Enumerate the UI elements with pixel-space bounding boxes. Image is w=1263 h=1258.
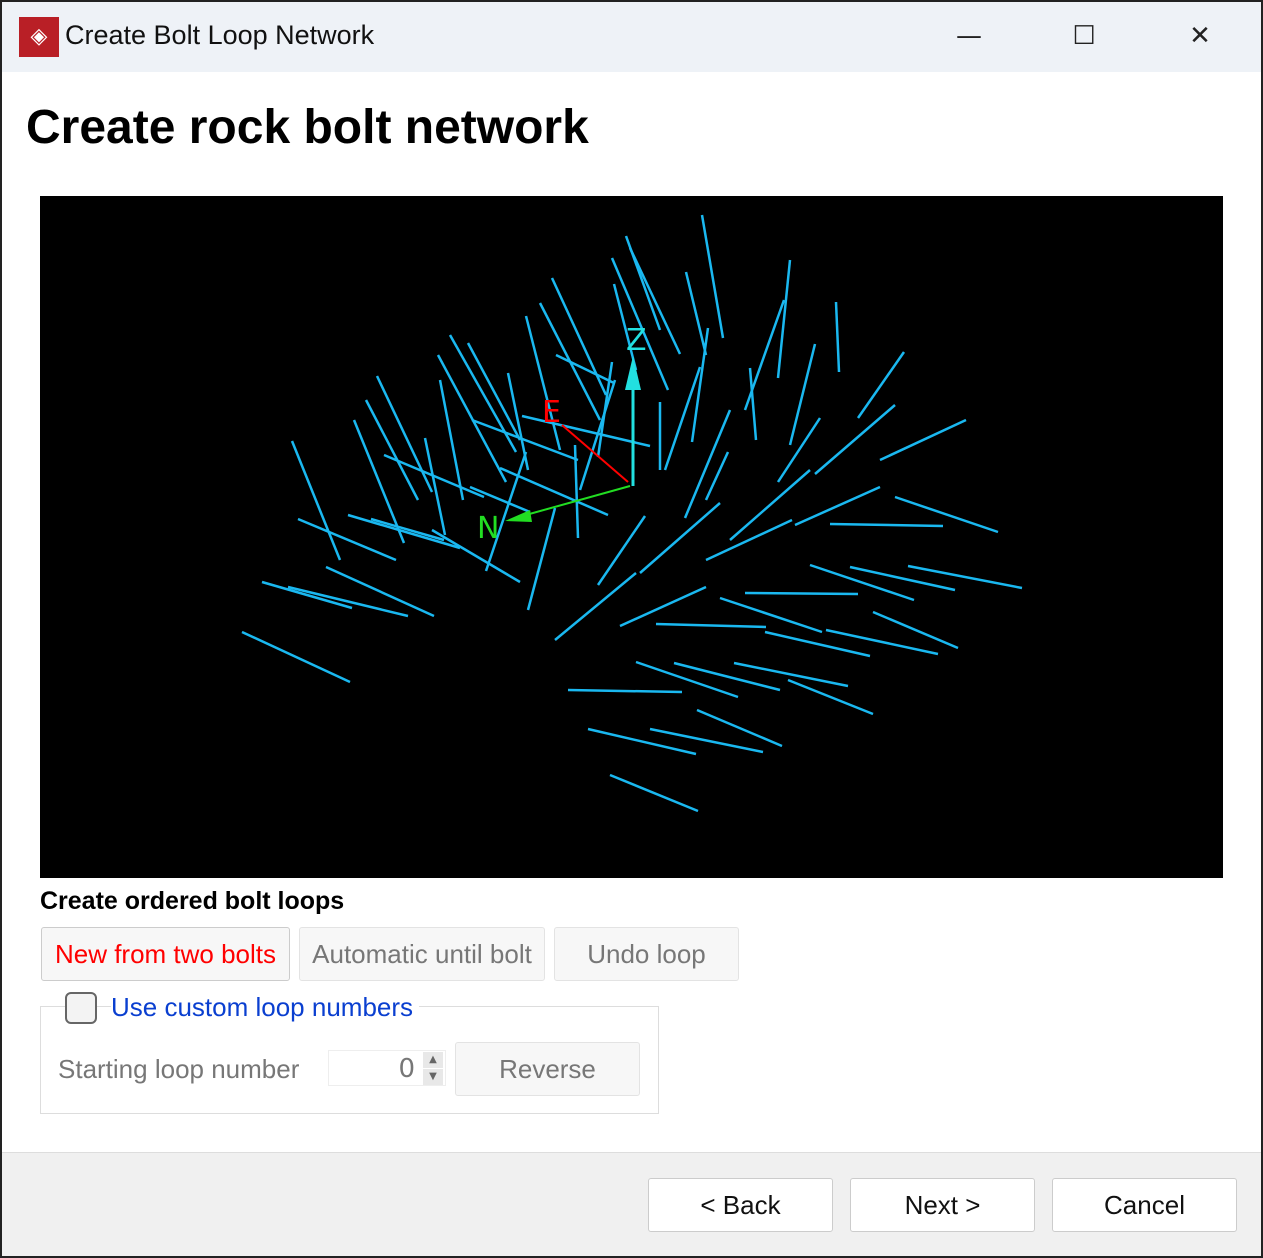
bolt-line[interactable]	[776, 417, 822, 483]
bolt-line[interactable]	[829, 522, 944, 528]
bolt-line[interactable]	[814, 404, 896, 475]
bolt-line[interactable]	[596, 515, 647, 586]
bolt-line[interactable]	[743, 299, 786, 411]
spin-down-icon[interactable]: ▼	[423, 1069, 443, 1085]
3d-viewport[interactable]: Z E N	[40, 196, 1223, 878]
bolt-line[interactable]	[655, 622, 767, 629]
bolt-line[interactable]	[794, 485, 881, 527]
bolt-line[interactable]	[609, 773, 699, 813]
bolt-line[interactable]	[554, 572, 637, 641]
back-button[interactable]: < Back	[648, 1178, 833, 1232]
north-arrow-icon	[505, 510, 532, 522]
starting-loop-value: 0	[398, 1054, 415, 1084]
cancel-button[interactable]: Cancel	[1052, 1178, 1237, 1232]
bolt-line[interactable]	[849, 565, 956, 592]
bolt-line[interactable]	[423, 437, 447, 536]
bolt-line[interactable]	[290, 440, 342, 561]
n-axis-label: N	[477, 511, 499, 546]
custom-loop-checkbox[interactable]	[65, 992, 97, 1024]
bolt-line[interactable]	[639, 502, 721, 574]
spin-up-icon[interactable]: ▲	[423, 1052, 443, 1068]
bolt-line[interactable]	[787, 678, 874, 716]
new-from-two-bolts-button[interactable]: New from two bolts	[41, 927, 290, 981]
close-button[interactable]: ✕	[1170, 14, 1230, 58]
bolt-line[interactable]	[287, 585, 409, 618]
bolt-line[interactable]	[578, 379, 617, 491]
bolt-line[interactable]	[241, 630, 351, 684]
bolt-line[interactable]	[469, 485, 531, 514]
starting-loop-spinbox[interactable]: 0 ▲ ▼	[328, 1050, 446, 1086]
bolt-line[interactable]	[587, 727, 697, 756]
z-axis-label: Z	[626, 323, 647, 358]
custom-loop-label[interactable]: Use custom loop numbers	[111, 992, 420, 1023]
reverse-button[interactable]: Reverse	[455, 1042, 640, 1096]
bolt-line[interactable]	[673, 661, 781, 692]
app-logo-icon: ◈	[19, 17, 59, 57]
loops-heading: Create ordered bolt loops	[40, 887, 345, 915]
z-arrow-icon	[625, 356, 641, 390]
bolt-line[interactable]	[879, 418, 967, 462]
bolt-line[interactable]	[684, 271, 708, 356]
e-axis-label: E	[542, 395, 561, 430]
maximize-button[interactable]: ☐	[1054, 14, 1114, 58]
bolt-line[interactable]	[555, 353, 615, 385]
north-axis	[514, 485, 631, 519]
bolt-line[interactable]	[619, 585, 707, 628]
bolt-line[interactable]	[526, 507, 557, 611]
page-title: Create rock bolt network	[26, 101, 589, 154]
bolt-network-view: Z E N	[241, 214, 1023, 813]
bolt-line[interactable]	[700, 214, 725, 339]
automatic-until-bolt-button[interactable]: Automatic until bolt	[299, 927, 545, 981]
bolt-line[interactable]	[705, 518, 793, 562]
undo-loop-button[interactable]: Undo loop	[554, 927, 739, 981]
bolt-line[interactable]	[624, 235, 662, 331]
next-button[interactable]: Next >	[850, 1178, 1035, 1232]
bolt-line[interactable]	[776, 259, 792, 379]
bolt-line[interactable]	[261, 580, 353, 610]
window-title: Create Bolt Loop Network	[65, 20, 375, 50]
bolt-line[interactable]	[744, 591, 859, 596]
minimize-button[interactable]: —	[939, 14, 999, 58]
starting-loop-label: Starting loop number	[58, 1054, 300, 1084]
title-bar: ◈ Create Bolt Loop Network — ☐ ✕	[2, 2, 1261, 72]
bolt-line[interactable]	[834, 301, 841, 373]
bolt-line[interactable]	[567, 688, 683, 694]
bolt-line[interactable]	[431, 528, 521, 584]
bolt-line[interactable]	[364, 399, 420, 501]
bolt-line[interactable]	[894, 495, 999, 534]
bolt-line[interactable]	[856, 351, 906, 419]
